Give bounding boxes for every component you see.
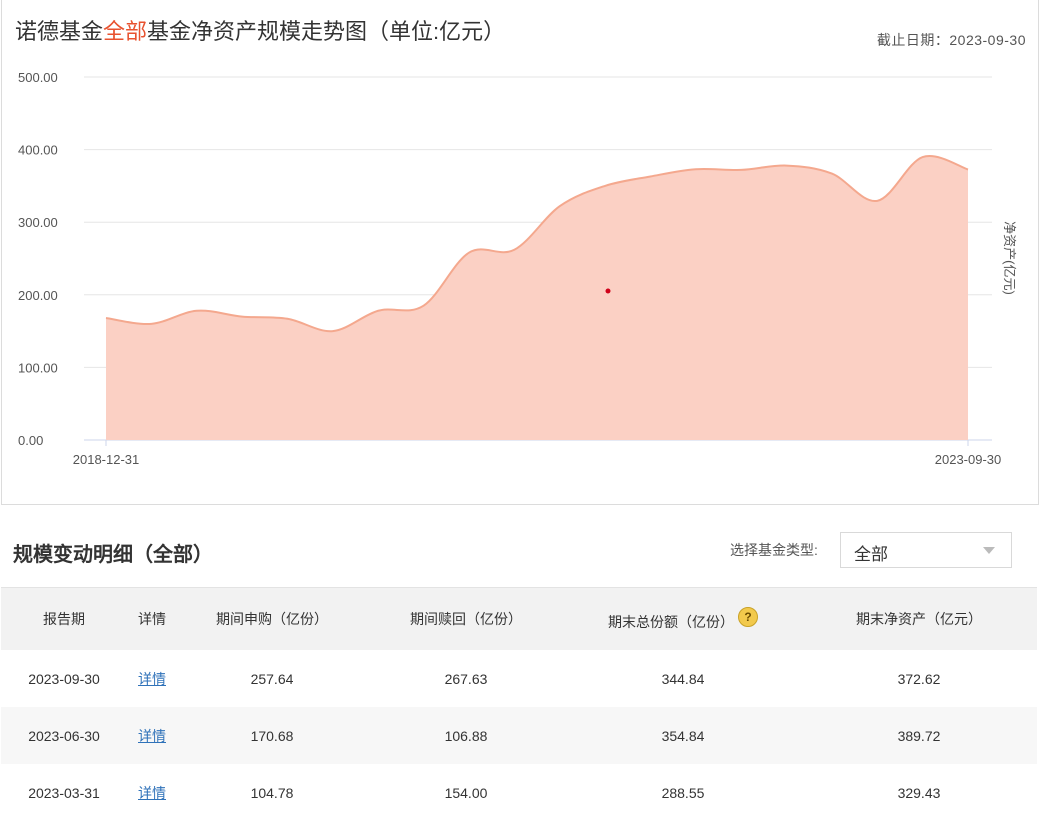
cell-shares: 288.55 [661, 784, 705, 801]
chart-title-prefix: 诺德基金 [15, 19, 104, 44]
data-point [739, 168, 743, 172]
header-detail: 详情 [127, 587, 177, 650]
detail-link[interactable]: 详情 [138, 785, 166, 801]
table-header-row: 报告期 详情 期间申购（亿份） 期间赎回（亿份） 期末总份额（亿份）? 期末净资… [1, 587, 1037, 650]
chart-panel: 0.00 100.00 200.00 300.00 400.00 500.00 2018-1… [1, 0, 1039, 505]
fund-type-select[interactable]: 全部 [840, 532, 1012, 568]
header-net-assets: 期末净资产（亿元） [801, 587, 1037, 650]
data-point [240, 315, 244, 319]
y-tick-label: 500.00 [18, 70, 58, 85]
data-point [195, 309, 199, 313]
x-tick-label: 2023-09-30 [935, 452, 1002, 467]
cell-shares: 354.84 [565, 707, 801, 764]
cell-detail: 详情 [127, 650, 177, 707]
data-point [149, 322, 153, 326]
table-row: 2023-09-30 详情 257.64 267.63 344.84 372.6… [1, 650, 1037, 707]
y-tick-label: 300.00 [18, 215, 58, 230]
cell-purchase: 104.78 [250, 784, 294, 801]
header-total-shares: 期末总份额（亿份）? [565, 587, 801, 650]
cell-purchase: 170.68 [177, 707, 367, 764]
cell-date: 2023-09-30 [28, 670, 100, 687]
data-point [603, 184, 607, 188]
cell-date: 2023-03-31 [28, 784, 100, 801]
data-point [694, 167, 698, 171]
header-total-shares-label: 期末总份额（亿份） [608, 613, 734, 630]
cell-redeem: 106.88 [367, 707, 565, 764]
table-row: 2023-03-31 详情 104.78 154.00 288.55 329.4… [1, 764, 1037, 821]
data-point [422, 304, 426, 308]
table-row: 2023-06-30 详情 170.68 106.88 354.84 389.7… [1, 707, 1037, 764]
y-axis-label: 净资产(亿元) [1002, 221, 1017, 295]
cell-nav: 329.43 [897, 784, 941, 801]
area-chart: 0.00 100.00 200.00 300.00 400.00 500.00 2018-1… [18, 70, 1017, 467]
chart-title-suffix: 基金净资产规模走势图（单位:亿元） [147, 19, 506, 44]
chevron-down-icon [983, 547, 995, 554]
data-point [104, 316, 108, 320]
cell-redeem: 154.00 [444, 784, 488, 801]
data-point [376, 309, 380, 313]
cell-detail: 详情 [127, 707, 177, 764]
chart-title: 诺德基金全部基金净资产规模走势图（单位:亿元） [15, 14, 505, 46]
detail-table: 报告期 详情 期间申购（亿份） 期间赎回（亿份） 期末总份额（亿份）? 期末净资… [1, 587, 1037, 821]
series-area [106, 155, 968, 440]
cell-detail: 详情 [127, 764, 177, 821]
data-point [285, 317, 289, 321]
cell-date: 2023-06-30 [1, 707, 127, 764]
data-point [966, 167, 970, 171]
header-purchase: 期间申购（亿份） [177, 587, 367, 650]
data-point [512, 248, 516, 252]
y-tick-label: 0.00 [18, 433, 43, 448]
as-of-date: 截止日期：2023-09-30 [876, 32, 1026, 48]
question-help-icon[interactable]: ? [738, 606, 758, 627]
header-report-date: 报告期 [1, 587, 127, 650]
cell-nav: 372.62 [897, 670, 941, 687]
cell-purchase: 257.64 [250, 670, 294, 687]
x-tick-label: 2018-12-31 [73, 452, 140, 467]
detail-link[interactable]: 详情 [138, 671, 166, 687]
cell-shares: 344.84 [661, 670, 705, 687]
header-redeem: 期间赎回（亿份） [367, 587, 565, 650]
y-tick-label: 200.00 [18, 288, 58, 303]
data-point [467, 251, 471, 255]
y-tick-label: 100.00 [18, 360, 58, 375]
data-point [830, 172, 834, 176]
data-point [558, 204, 562, 208]
data-point [921, 155, 925, 159]
data-point [875, 199, 879, 203]
fund-type-value: 全部 [854, 545, 888, 564]
y-tick-label: 400.00 [18, 143, 58, 158]
cell-redeem: 267.63 [444, 670, 488, 687]
fund-type-label: 选择基金类型: [730, 542, 818, 558]
section-title: 规模变动明细（全部） [13, 544, 213, 566]
chart-title-highlight: 全部 [103, 19, 148, 44]
cell-nav: 389.72 [801, 707, 1037, 764]
detail-link[interactable]: 详情 [138, 728, 166, 744]
marker-dot [605, 288, 611, 294]
data-point [331, 329, 335, 333]
data-point [785, 164, 789, 168]
data-point [648, 174, 652, 178]
